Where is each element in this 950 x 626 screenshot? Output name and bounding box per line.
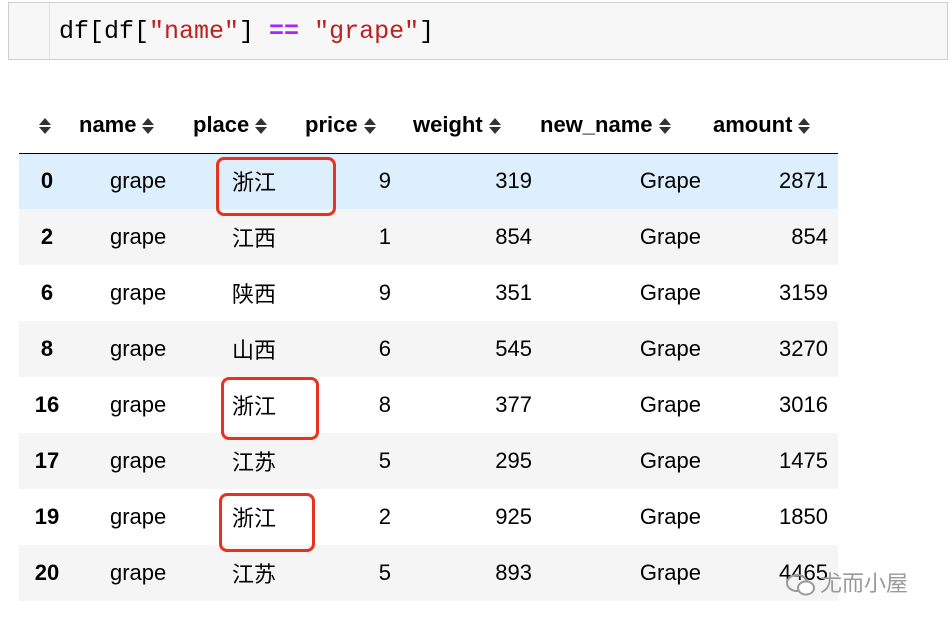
cell-new-name: Grape — [639, 336, 701, 361]
sort-icon[interactable] — [488, 117, 501, 135]
row-index: 20 — [34, 560, 60, 585]
row-index: 19 — [34, 504, 60, 529]
cell-amount: 3159 — [779, 280, 828, 305]
code-cell[interactable]: df[df["name"] == "grape"] — [8, 2, 948, 60]
cell-price: 9 — [378, 168, 391, 194]
sort-icon[interactable] — [255, 117, 268, 135]
cell-weight: 319 — [495, 168, 532, 194]
cell-amount: 1475 — [779, 448, 828, 473]
table-row[interactable]: 0 grape 浙江 9 319 Grape 2871 — [19, 153, 838, 209]
code-token: df[df[ — [59, 17, 150, 46]
cell-amount: 1850 — [779, 504, 828, 529]
cell-weight: 925 — [495, 504, 532, 529]
cell-price: 9 — [378, 280, 391, 305]
cell-new-name: Grape — [639, 504, 701, 529]
cell-new-name: Grape — [639, 168, 701, 194]
table-row[interactable]: 8 grape 山西 6 545 Grape 3270 — [19, 321, 838, 377]
cell-new-name: Grape — [639, 224, 701, 249]
dataframe-table: name place price weight new_name amount … — [19, 98, 838, 601]
cell-place: 江苏 — [232, 450, 277, 475]
watermark: 尤而小屋 — [786, 566, 908, 598]
cell-amount: 3016 — [779, 392, 828, 417]
row-index: 17 — [34, 448, 60, 473]
row-index: 6 — [40, 280, 54, 305]
cell-amount: 2871 — [779, 168, 828, 194]
cell-price: 1 — [378, 224, 391, 249]
row-index: 0 — [40, 168, 54, 194]
code-string: "grape" — [314, 17, 420, 46]
watermark-text: 尤而小屋 — [820, 571, 909, 596]
cell-name: grape — [110, 448, 167, 473]
cell-name: grape — [110, 504, 167, 529]
sort-icon[interactable] — [39, 117, 51, 135]
cell-price: 2 — [378, 504, 391, 529]
column-header-new-name[interactable]: new_name — [534, 98, 707, 154]
code-token: ] — [239, 17, 270, 46]
table-row[interactable]: 2 grape 江西 1 854 Grape 854 — [19, 209, 838, 265]
code-string: "name" — [149, 17, 240, 46]
table-row[interactable]: 20 grape 江苏 5 893 Grape 4465 — [19, 545, 838, 601]
table-row[interactable]: 19 grape 浙江 2 925 Grape 1850 — [19, 489, 838, 545]
sort-icon[interactable] — [142, 117, 155, 135]
sort-icon[interactable] — [798, 117, 811, 135]
cell-place: 浙江 — [232, 170, 277, 196]
cell-name: grape — [110, 168, 167, 194]
cell-new-name: Grape — [639, 560, 701, 585]
cell-price: 5 — [378, 560, 391, 585]
cell-price: 5 — [378, 448, 391, 473]
sort-icon[interactable] — [363, 117, 376, 135]
cell-name: grape — [110, 336, 167, 361]
column-header-price[interactable]: price — [299, 98, 407, 154]
cell-place: 浙江 — [232, 394, 277, 419]
table-row[interactable]: 17 grape 江苏 5 295 Grape 1475 — [19, 433, 838, 489]
column-header-name[interactable]: name — [75, 98, 187, 154]
cell-name: grape — [110, 392, 167, 417]
cell-name: grape — [110, 224, 167, 249]
cell-place: 江苏 — [232, 562, 277, 587]
header-row: name place price weight new_name amount — [19, 98, 838, 154]
table-row[interactable]: 16 grape 浙江 8 377 Grape 3016 — [19, 377, 838, 433]
cell-weight: 295 — [495, 448, 532, 473]
wechat-icon — [786, 574, 816, 596]
cell-place: 浙江 — [232, 506, 277, 531]
row-index: 8 — [40, 336, 54, 361]
code-operator: == — [269, 17, 300, 46]
index-header[interactable] — [19, 98, 75, 154]
cell-price: 8 — [378, 392, 391, 417]
table-row[interactable]: 6 grape 陕西 9 351 Grape 3159 — [19, 265, 838, 321]
cell-place: 山西 — [232, 338, 277, 363]
column-header-amount[interactable]: amount — [707, 98, 838, 154]
cell-name: grape — [110, 560, 167, 585]
cell-price: 6 — [378, 336, 391, 361]
cell-name: grape — [110, 280, 167, 305]
cell-weight: 893 — [495, 560, 532, 585]
column-header-place[interactable]: place — [187, 98, 299, 154]
column-header-weight[interactable]: weight — [407, 98, 534, 154]
code-cell-gutter — [9, 3, 50, 59]
row-index: 2 — [40, 224, 54, 249]
cell-place: 陕西 — [232, 282, 277, 307]
code-token: ] — [419, 17, 435, 46]
code-line[interactable]: df[df["name"] == "grape"] — [59, 17, 434, 47]
cell-new-name: Grape — [639, 448, 701, 473]
cell-weight: 377 — [495, 392, 532, 417]
cell-new-name: Grape — [639, 280, 701, 305]
cell-weight: 351 — [495, 280, 532, 305]
cell-weight: 854 — [495, 224, 532, 249]
cell-place: 江西 — [232, 226, 277, 251]
cell-amount: 854 — [791, 224, 828, 249]
cell-amount: 3270 — [779, 336, 828, 361]
sort-icon[interactable] — [658, 117, 671, 135]
row-index: 16 — [34, 392, 60, 417]
cell-new-name: Grape — [639, 392, 701, 417]
cell-weight: 545 — [495, 336, 532, 361]
